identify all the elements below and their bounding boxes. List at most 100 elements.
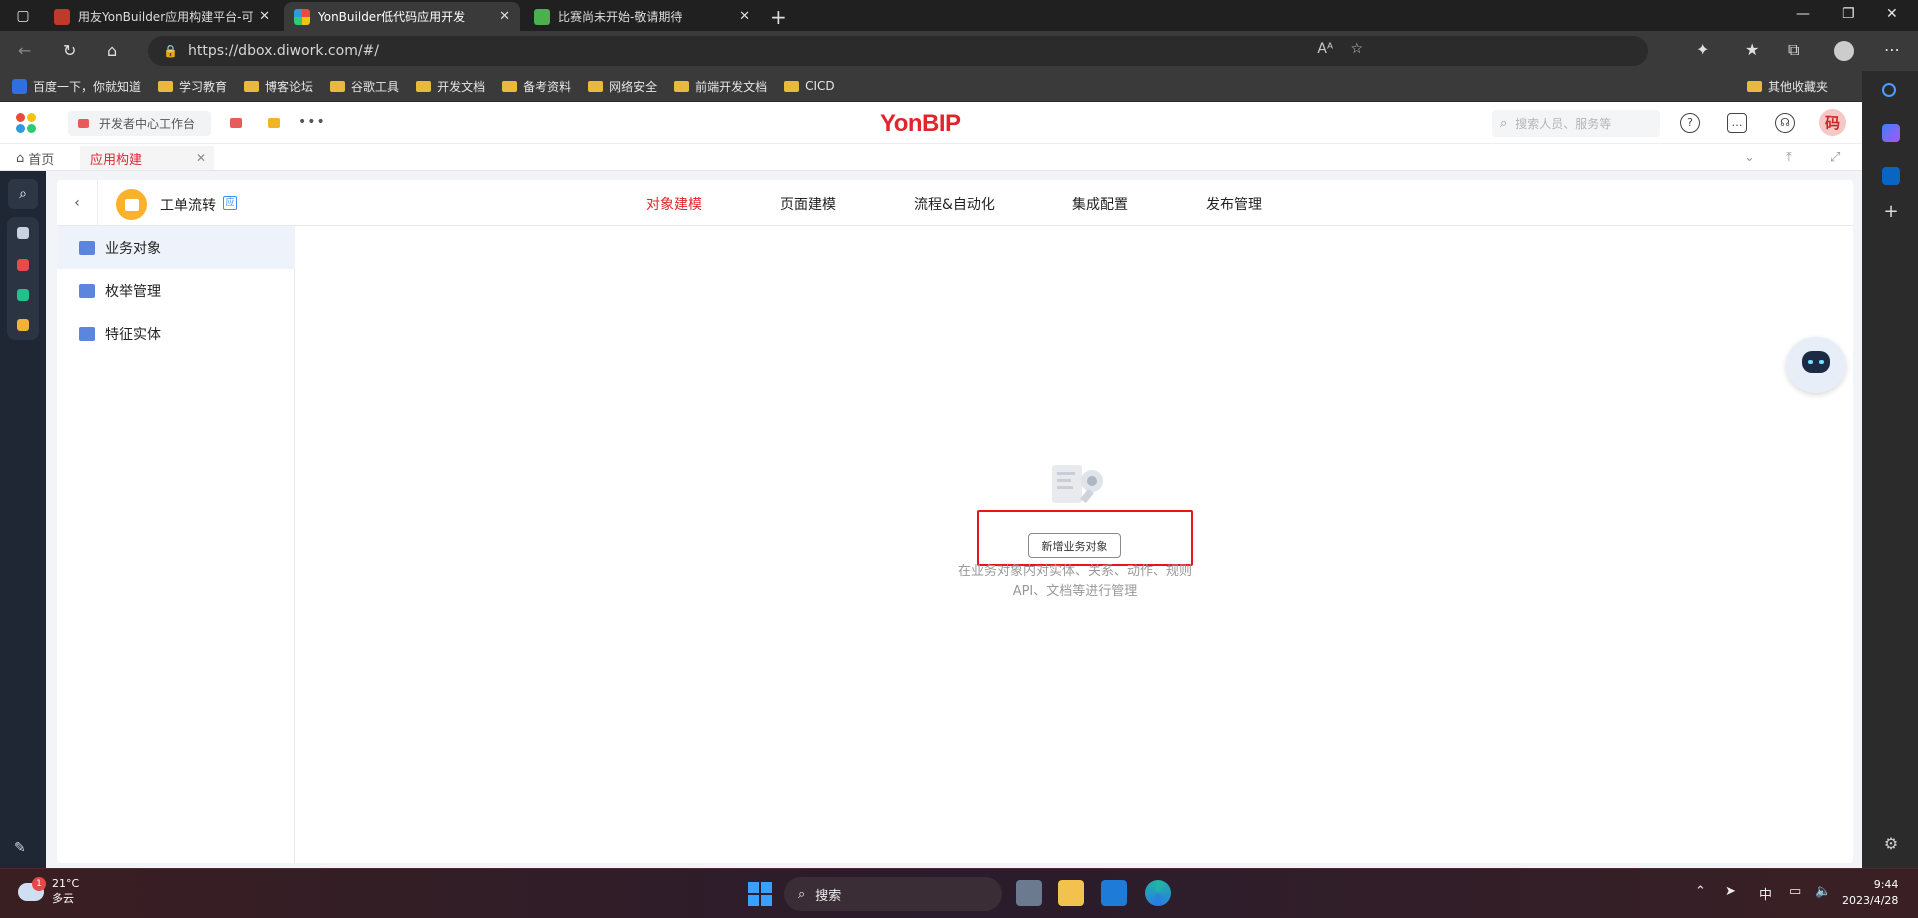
ime-indicator[interactable]: 中 [1759,884,1772,903]
browser-tab-3[interactable]: 比赛尚未开始-敬请期待 ✕ [524,2,760,31]
tab-object-modeling[interactable]: 对象建模 [646,194,702,214]
tab-app-build[interactable]: 应用构建 ✕ [80,146,214,170]
tab-integration[interactable]: 集成配置 [1072,194,1128,214]
gear-icon[interactable]: ⚙ [1882,835,1900,853]
enum-icon [79,283,95,298]
chevron-left-icon[interactable]: ‹ [57,180,98,226]
store-icon[interactable] [1101,880,1127,906]
bookmark-label: 博客论坛 [265,79,314,94]
fullscreen-icon[interactable]: ⤢ [1830,150,1840,165]
refresh-icon[interactable]: ↻ [63,41,76,60]
bookmark-item[interactable]: 百度一下，你就知道 [12,78,141,95]
plugin-icon[interactable] [17,289,29,301]
tab-actions-icon[interactable]: ▢ [10,6,36,26]
bookmark-folder[interactable]: 学习教育 [158,78,227,95]
weather-widget[interactable]: 1 21°C 多云 [18,876,79,906]
browser-tab-1[interactable]: 用友YonBuilder应用构建平台-可... ✕ [44,2,280,31]
upload-icon[interactable]: ⤒ [1786,150,1792,165]
assistant-robot-icon[interactable] [1786,337,1846,393]
message-icon[interactable] [230,118,242,128]
add-business-object-button[interactable]: 新增业务对象 [1028,533,1121,558]
menu-item-business-object[interactable]: 业务对象 [57,226,295,269]
menu-item-enum[interactable]: 枚举管理 [57,269,295,312]
home-icon[interactable]: ⌂ [107,41,117,60]
browser-tab-title: 用友YonBuilder应用构建平台-可... [78,10,254,24]
baidu-icon [12,78,27,94]
close-icon[interactable]: ✕ [499,9,510,24]
extensions-icon[interactable]: ✦ [1696,40,1709,59]
main-panel: ‹ 工单流转 应 对象建模 页面建模 流程&自动化 集成配置 发布管理 业务对象… [57,180,1853,863]
entity-icon [79,326,95,341]
menu-label: 特征实体 [105,326,161,343]
folder-icon [416,80,432,92]
windows-start-icon[interactable] [748,882,772,906]
volume-icon[interactable]: 🔈 [1815,884,1831,899]
browser-tab-title: YonBuilder低代码应用开发 [318,10,466,24]
outlook-icon[interactable] [1882,167,1900,185]
more-icon[interactable]: ⋯ [1884,40,1900,59]
workspace-switcher[interactable]: 开发者中心工作台 [68,111,211,136]
close-window-button[interactable]: ✕ [1886,6,1898,22]
location-icon[interactable]: ➤ [1725,884,1736,899]
tab-page-modeling[interactable]: 页面建模 [780,194,836,214]
tab-home[interactable]: ⌂ 首页 [16,146,54,170]
bookmark-label: 谷歌工具 [351,79,400,94]
bookmark-folder[interactable]: 开发文档 [416,78,485,95]
bookmark-folder[interactable]: 备考资料 [502,78,571,95]
other-bookmarks-folder[interactable]: 其他收藏夹 [1746,78,1828,95]
collections-icon[interactable]: ⧉ [1788,40,1799,60]
clock[interactable]: 9:44 2023/4/28 [1842,877,1898,909]
search-icon[interactable] [1882,83,1896,97]
more-icon[interactable]: ••• [298,114,326,130]
read-aloud-icon[interactable]: Aᴬ [1317,41,1333,57]
add-icon[interactable]: + [1882,203,1900,221]
url-input[interactable]: 🔒 https://dbox.diwork.com/#/ [148,36,1648,66]
folder-icon [244,80,260,92]
bookmark-folder[interactable]: CICD [784,79,835,93]
headset-icon[interactable]: ☊ [1775,113,1795,133]
close-icon[interactable]: ✕ [196,151,206,165]
pin-icon[interactable]: ✎ [14,840,26,856]
folder-icon [1746,81,1762,92]
bookmark-label: 网络安全 [609,79,658,94]
search-icon[interactable]: ⌕ [8,179,38,209]
close-icon[interactable]: ✕ [259,9,270,24]
object-icon [79,240,95,255]
network-icon[interactable]: ▭ [1789,884,1801,899]
minimize-button[interactable]: — [1796,6,1810,22]
task-view-icon[interactable] [1016,880,1042,906]
bookmark-folder[interactable]: 网络安全 [588,78,657,95]
favorites-icon[interactable]: ★ [1745,40,1759,59]
bookmark-folder[interactable]: 谷歌工具 [330,78,399,95]
new-tab-button[interactable]: + [770,5,787,29]
chat-icon[interactable]: … [1727,113,1747,133]
chevron-up-icon[interactable]: ⌃ [1695,884,1706,899]
browser-tab-2[interactable]: YonBuilder低代码应用开发 ✕ [284,2,520,31]
back-arrow-icon[interactable]: ← [18,41,31,60]
star-icon[interactable] [17,319,29,331]
folder-icon[interactable] [17,227,29,239]
tab-process-automation[interactable]: 流程&自动化 [914,194,995,214]
bookmark-folder[interactable]: 前端开发文档 [674,78,767,95]
profile-avatar-icon[interactable] [1834,41,1854,61]
tab-publish[interactable]: 发布管理 [1206,194,1262,214]
apps-icon[interactable] [17,259,29,271]
favorite-star-icon[interactable]: ☆ [1350,41,1363,57]
chevron-down-icon[interactable]: ⌄ [1744,150,1755,165]
avatar[interactable]: 码 [1819,109,1846,136]
contest-favicon-icon [534,8,550,25]
notes-icon[interactable] [268,118,280,128]
bookmark-folder[interactable]: 博客论坛 [244,78,313,95]
menu-item-feature-entity[interactable]: 特征实体 [57,312,295,355]
copilot-icon[interactable] [1882,124,1900,142]
search-input[interactable]: ⌕ 搜索人员、服务等 [1492,110,1660,137]
restore-button[interactable]: ❐ [1842,6,1855,22]
help-icon[interactable]: ? [1680,113,1700,133]
file-explorer-icon[interactable] [1058,880,1084,906]
yonyou-logo-icon[interactable] [16,113,38,135]
close-icon[interactable]: ✕ [739,9,750,24]
folder-icon [784,80,800,92]
edge-icon[interactable] [1145,880,1171,906]
taskbar-search[interactable]: ⌕ 搜索 [784,877,1002,911]
cloud-icon: 1 [18,876,46,901]
